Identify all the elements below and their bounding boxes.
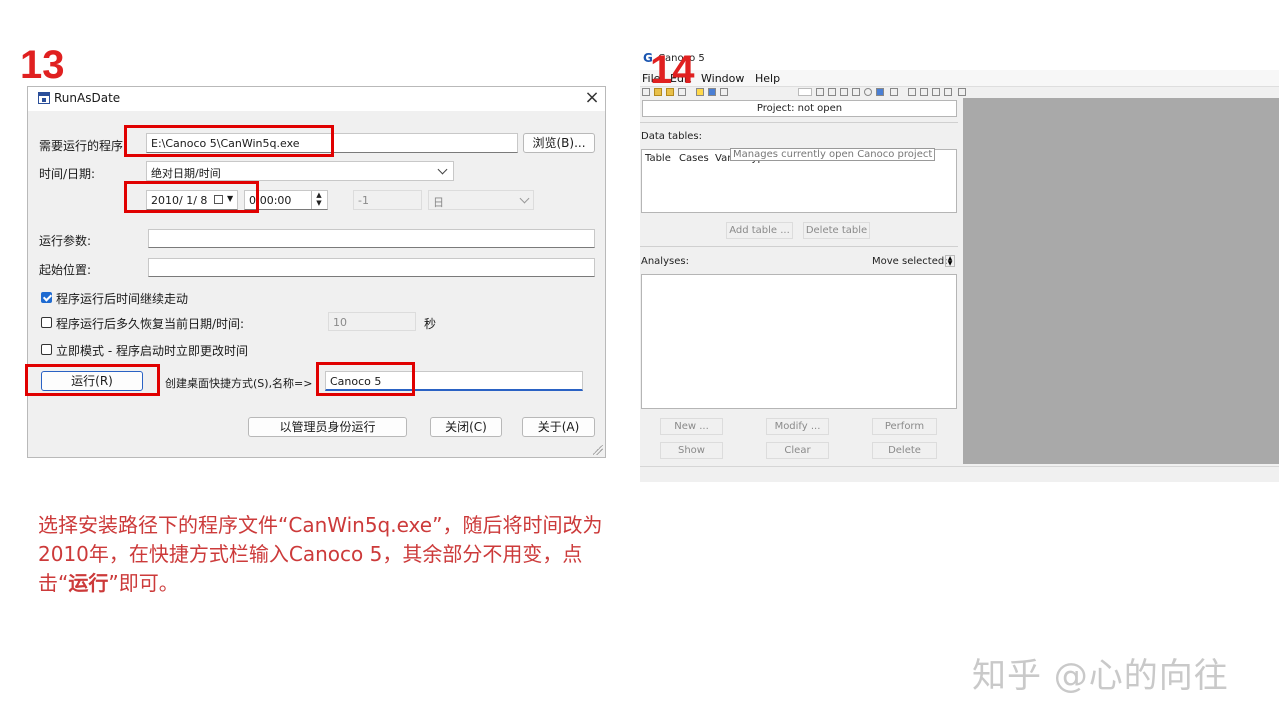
zhihu-watermark: 知乎 @心的向往 xyxy=(972,656,1229,696)
canoco-statusbar xyxy=(640,466,1279,482)
dialog-title: RunAsDate xyxy=(54,91,121,105)
app-icon xyxy=(38,92,50,104)
restore-unit-label: 秒 xyxy=(424,317,437,331)
modify-analysis-button[interactable]: Modify ... xyxy=(766,418,829,435)
delete-table-button[interactable]: Delete table xyxy=(803,222,870,239)
keep-running-checkbox[interactable] xyxy=(41,292,52,303)
spin-down-icon[interactable]: ▼ xyxy=(312,199,326,207)
caption-text-2: ”即可。 xyxy=(108,571,179,595)
restore-label: 程序运行后多久恢复当前日期/时间: xyxy=(56,317,245,331)
datetime-mode-value: 绝对日期/时间 xyxy=(151,167,221,180)
chevron-down-icon xyxy=(519,193,530,204)
shortcut-label: 创建桌面快捷方式(S),名称=> xyxy=(165,377,313,390)
caption-bold-run: 运行 xyxy=(68,571,109,595)
highlight-run-button xyxy=(25,364,160,396)
resize-grip[interactable] xyxy=(593,445,603,455)
step-number-13: 13 xyxy=(20,43,65,87)
graph-icon[interactable] xyxy=(708,88,716,96)
data-tables-list[interactable]: Table Cases Vars Type Manages currently … xyxy=(641,148,957,213)
about-button[interactable]: 关于(A) xyxy=(522,417,595,437)
print-icon[interactable] xyxy=(720,88,728,96)
tool-icon-2[interactable] xyxy=(828,88,836,96)
analyses-list[interactable] xyxy=(641,274,957,409)
delete-analysis-button[interactable]: Delete xyxy=(872,442,937,459)
tool-icon-4[interactable] xyxy=(852,88,860,96)
restore-checkbox[interactable] xyxy=(41,317,52,328)
offset-input: -1 xyxy=(353,190,422,210)
toolbar-dropdown[interactable] xyxy=(798,88,812,96)
params-label: 运行参数: xyxy=(39,234,92,248)
time-spinner[interactable]: ▲ ▼ xyxy=(311,191,326,209)
zoom-icon[interactable] xyxy=(864,88,872,96)
highlight-date xyxy=(124,181,259,213)
wizard-icon[interactable] xyxy=(696,88,704,96)
canoco-menubar: File Edit Window Help xyxy=(640,70,1279,86)
show-button[interactable]: Show xyxy=(660,442,723,459)
divider xyxy=(640,122,958,123)
col-table: Table xyxy=(645,153,671,164)
menu-help[interactable]: Help xyxy=(755,72,780,85)
browse-button[interactable]: 浏览(B)... xyxy=(523,133,595,153)
immediate-mode-label: 立即模式 - 程序启动时立即更改时间 xyxy=(56,344,248,358)
canoco-titlebar: G Canoco 5 xyxy=(640,48,1279,70)
keep-running-label: 程序运行后时间继续走动 xyxy=(56,292,189,306)
program-label: 需要运行的程序 xyxy=(39,139,124,153)
spin-up-icon[interactable]: ▲ xyxy=(312,191,326,199)
datetime-label: 时间/日期: xyxy=(39,167,96,181)
add-table-button[interactable]: Add table ... xyxy=(726,222,793,239)
pointer-icon[interactable] xyxy=(908,88,916,96)
divider xyxy=(640,246,958,247)
highlight-program-path xyxy=(124,125,334,157)
canoco-workspace xyxy=(963,98,1279,464)
data-tables-label: Data tables: xyxy=(641,131,702,142)
draw-icon-1[interactable] xyxy=(920,88,928,96)
datetime-mode-select[interactable]: 绝对日期/时间 xyxy=(146,161,454,181)
tool-icon-1[interactable] xyxy=(816,88,824,96)
highlight-shortcut-name xyxy=(316,362,415,396)
move-selected-label: Move selected: xyxy=(872,256,948,267)
dialog-titlebar: RunAsDate × xyxy=(28,87,605,111)
clear-button[interactable]: Clear xyxy=(766,442,829,459)
instruction-caption: 选择安装路径下的程序文件“CanWin5q.exe”，随后将时间改为2010年，… xyxy=(38,511,618,598)
new-file-icon[interactable] xyxy=(642,88,650,96)
immediate-mode-checkbox[interactable] xyxy=(41,344,52,355)
close-icon[interactable]: × xyxy=(580,87,604,109)
offset-unit-value: 日 xyxy=(433,196,444,209)
tool-icon-5[interactable] xyxy=(890,88,898,96)
help-icon[interactable] xyxy=(876,88,884,96)
canoco-window: G Canoco 5 File Edit Window Help Project… xyxy=(640,48,1279,482)
draw-icon-2[interactable] xyxy=(932,88,940,96)
startdir-input[interactable] xyxy=(148,258,595,277)
canoco-project-panel: Project: not open Data tables: Table Cas… xyxy=(640,98,961,464)
move-spinner[interactable]: ▲ ▼ xyxy=(945,255,955,267)
chevron-down-icon xyxy=(437,164,448,175)
perform-analysis-button[interactable]: Perform xyxy=(872,418,937,435)
offset-unit-select: 日 xyxy=(428,190,534,210)
step-number-14: 14 xyxy=(650,48,695,92)
params-input[interactable] xyxy=(148,229,595,248)
new-analysis-button[interactable]: New ... xyxy=(660,418,723,435)
restore-seconds-input: 10 xyxy=(328,312,416,331)
close-button[interactable]: 关闭(C) xyxy=(430,417,502,437)
col-cases: Cases xyxy=(679,153,709,164)
run-as-admin-button[interactable]: 以管理员身份运行 xyxy=(248,417,407,437)
tooltip: Manages currently open Canoco project xyxy=(730,148,936,161)
analyses-label: Analyses: xyxy=(641,256,689,267)
project-status: Project: not open xyxy=(642,100,957,117)
draw-icon-4[interactable] xyxy=(958,88,966,96)
tool-icon-3[interactable] xyxy=(840,88,848,96)
startdir-label: 起始位置: xyxy=(39,263,92,277)
draw-icon-3[interactable] xyxy=(944,88,952,96)
menu-window[interactable]: Window xyxy=(701,72,744,85)
